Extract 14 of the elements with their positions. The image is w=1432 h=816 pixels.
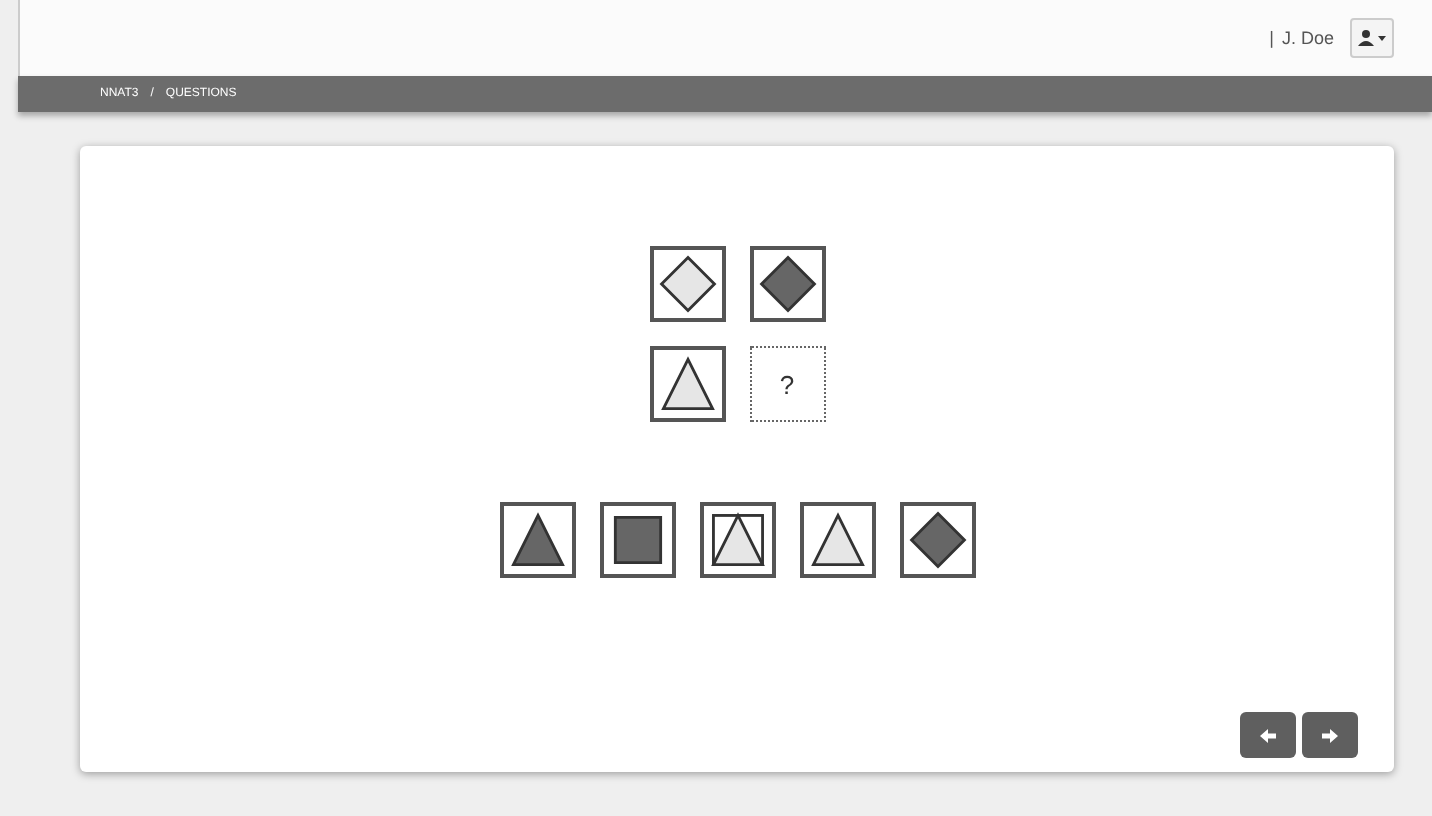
next-button[interactable]: [1302, 712, 1358, 758]
left-arrow-icon: [1258, 725, 1278, 745]
answer-option[interactable]: [799, 502, 875, 578]
previous-button[interactable]: [1240, 712, 1296, 758]
question-mark: ?: [779, 369, 795, 399]
user-caret-icon: [1358, 30, 1386, 46]
right-arrow-icon: [1320, 725, 1340, 745]
divider-mark: |: [1269, 28, 1274, 48]
user-menu-button[interactable]: [1350, 18, 1394, 58]
answer-option[interactable]: [499, 502, 575, 578]
user-name: J. Doe: [1281, 28, 1334, 48]
answer-option[interactable]: [699, 502, 775, 578]
answer-option[interactable]: [599, 502, 675, 578]
answer-option[interactable]: [899, 502, 975, 578]
